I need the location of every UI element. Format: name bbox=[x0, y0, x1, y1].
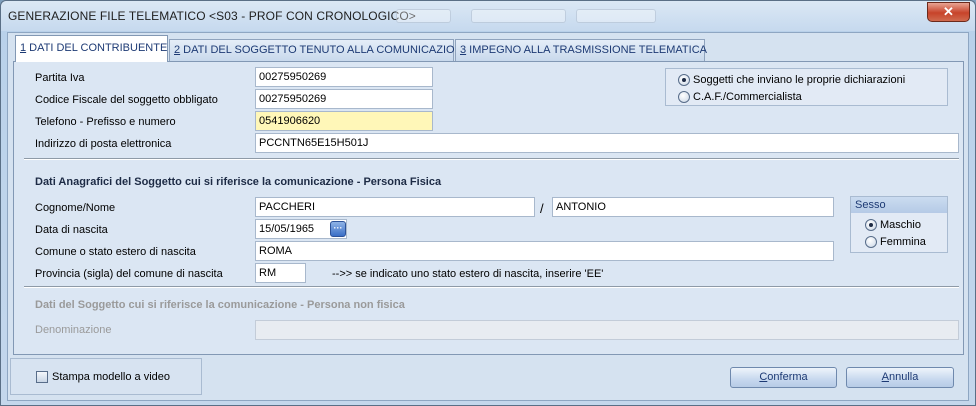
radio-empty-icon bbox=[678, 91, 690, 103]
tab-impegno-trasmissione[interactable]: 3 IMPEGNO ALLA TRASMISSIONE TELEMATICA bbox=[455, 39, 707, 61]
sesso-heading: Sesso bbox=[851, 197, 947, 213]
persona-fisica-heading: Dati Anagrafici del Soggetto cui si rife… bbox=[35, 176, 442, 188]
close-button[interactable]: ✕ bbox=[927, 2, 970, 22]
name-separator: / bbox=[540, 201, 544, 216]
codice-fiscale-field[interactable]: 00275950269 bbox=[255, 89, 433, 109]
button-label: nnulla bbox=[888, 371, 919, 383]
section-divider bbox=[24, 158, 959, 160]
partita-iva-field[interactable]: 00275950269 bbox=[255, 67, 433, 87]
nome-field[interactable]: ANTONIO bbox=[552, 197, 834, 217]
email-field[interactable]: PCCNTN65E15H501J bbox=[255, 133, 959, 153]
calendar-icon[interactable]: ··· bbox=[330, 221, 346, 237]
conferma-button[interactable]: Conferma bbox=[730, 367, 837, 388]
tab-label: DATI DEL CONTRIBUENTE bbox=[26, 42, 168, 54]
telefono-field[interactable]: 0541906620 bbox=[255, 111, 433, 131]
radio-caf-commercialista[interactable]: C.A.F./Commercialista bbox=[678, 91, 802, 103]
checkbox-label: Stampa modello a video bbox=[52, 371, 171, 383]
radio-label: Soggetti che inviano le proprie dichiara… bbox=[693, 74, 906, 86]
window-title: GENERAZIONE FILE TELEMATICO <S03 - PROF … bbox=[8, 9, 416, 23]
annulla-button[interactable]: Annulla bbox=[846, 367, 954, 388]
dialog-body: 1 DATI DEL CONTRIBUENTE 2 DATI DEL SOGGE… bbox=[7, 32, 969, 401]
radio-label: C.A.F./Commercialista bbox=[693, 91, 802, 103]
stampa-checkbox[interactable]: Stampa modello a video bbox=[36, 371, 170, 383]
data-nascita-label: Data di nascita bbox=[35, 224, 108, 236]
denominazione-label: Denominazione bbox=[35, 324, 112, 336]
tipo-soggetto-group: Soggetti che inviano le proprie dichiara… bbox=[665, 68, 948, 106]
provincia-field[interactable]: RM bbox=[255, 263, 306, 283]
title-bar: GENERAZIONE FILE TELEMATICO <S03 - PROF … bbox=[1, 1, 975, 31]
tab-dati-contribuente[interactable]: 1 DATI DEL CONTRIBUENTE bbox=[15, 35, 168, 62]
email-label: Indirizzo di posta elettronica bbox=[35, 138, 172, 150]
cognome-nome-label: Cognome/Nome bbox=[35, 202, 116, 214]
main-window: GENERAZIONE FILE TELEMATICO <S03 - PROF … bbox=[0, 0, 976, 406]
titlebar-ghost-control bbox=[471, 9, 566, 23]
checkbox-icon bbox=[36, 371, 48, 383]
radio-label: Femmina bbox=[880, 236, 926, 248]
denominazione-field[interactable] bbox=[255, 320, 959, 340]
tab-label: DATI DEL SOGGETTO TENUTO ALLA COMUNICAZI… bbox=[180, 44, 470, 56]
codice-fiscale-label: Codice Fiscale del soggetto obbligato bbox=[35, 94, 218, 106]
titlebar-ghost-control bbox=[396, 9, 451, 23]
button-hotkey: A bbox=[881, 371, 889, 383]
comune-label: Comune o stato estero di nascita bbox=[35, 246, 196, 258]
telefono-label: Telefono - Prefisso e numero bbox=[35, 116, 176, 128]
partita-iva-label: Partita Iva bbox=[35, 72, 85, 84]
provincia-hint: -->> se indicato uno stato estero di nas… bbox=[332, 268, 604, 280]
section-divider bbox=[24, 286, 959, 288]
provincia-label: Provincia (sigla) del comune di nascita bbox=[35, 268, 223, 280]
tab-dati-soggetto-tenuto[interactable]: 2 DATI DEL SOGGETTO TENUTO ALLA COMUNICA… bbox=[169, 39, 470, 61]
button-label: onferma bbox=[767, 371, 808, 383]
cognome-field[interactable]: PACCHERI bbox=[255, 197, 535, 217]
titlebar-ghost-control bbox=[576, 9, 656, 23]
radio-femmina[interactable]: Femmina bbox=[865, 236, 926, 248]
tab-label: IMPEGNO ALLA TRASMISSIONE TELEMATICA bbox=[466, 44, 707, 56]
radio-selected-icon bbox=[678, 74, 690, 86]
radio-empty-icon bbox=[865, 236, 877, 248]
persona-non-fisica-heading: Dati del Soggetto cui si riferisce la co… bbox=[35, 299, 405, 311]
stampa-group: Stampa modello a video bbox=[10, 358, 202, 395]
radio-maschio[interactable]: Maschio bbox=[865, 219, 921, 231]
comune-field[interactable]: ROMA bbox=[255, 241, 834, 261]
radio-label: Maschio bbox=[880, 219, 921, 231]
radio-selected-icon bbox=[865, 219, 877, 231]
radio-soggetti-propri[interactable]: Soggetti che inviano le proprie dichiara… bbox=[678, 74, 905, 86]
close-icon: ✕ bbox=[943, 4, 954, 19]
sesso-group: Sesso Maschio Femmina bbox=[850, 196, 948, 253]
tab-panel: Partita Iva 00275950269 Codice Fiscale d… bbox=[13, 61, 964, 355]
